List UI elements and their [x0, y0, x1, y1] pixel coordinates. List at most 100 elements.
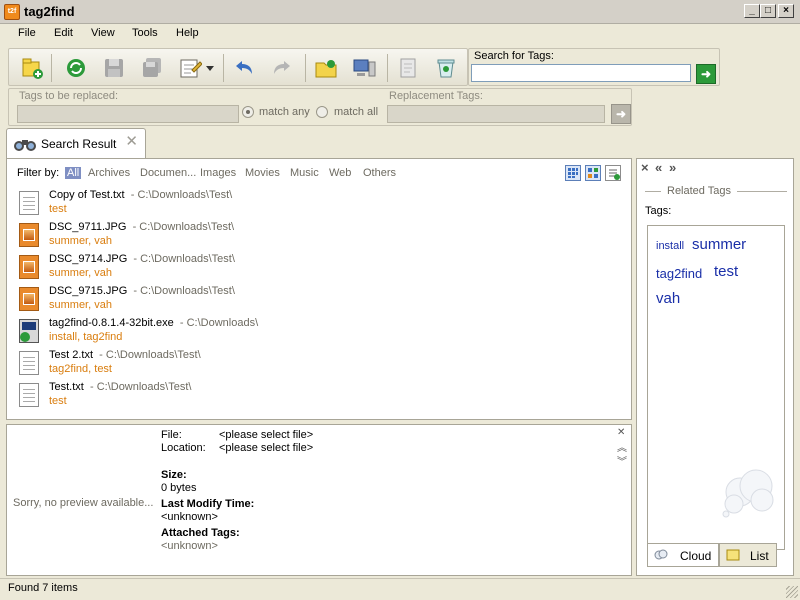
file-details-panel: Sorry, no preview available... File: <pl… [6, 424, 632, 576]
search-input[interactable] [471, 64, 691, 82]
match-all-radio[interactable] [316, 106, 328, 118]
file-tags: test [49, 203, 67, 215]
tab-list-label: List [750, 549, 769, 563]
collapse-left-icon[interactable]: « [655, 160, 662, 175]
image-file-icon [19, 223, 39, 247]
search-go-button[interactable]: ➜ [696, 64, 716, 84]
document-icon[interactable] [395, 55, 421, 81]
tab-label: Search Result [41, 137, 117, 151]
cloud-tag[interactable]: summer [692, 236, 746, 253]
file-path: - C:\Downloads\Test\ [89, 381, 192, 393]
large-icons-view-icon[interactable] [585, 165, 601, 181]
menu-view[interactable]: View [91, 27, 115, 39]
cloud-tag[interactable]: vah [656, 290, 680, 307]
close-button[interactable]: × [778, 4, 794, 18]
title-bar: t2f tag2find _ □ × [0, 0, 800, 24]
file-tags: summer, vah [49, 299, 112, 311]
new-tag-icon[interactable] [19, 55, 45, 81]
menu-file[interactable]: File [18, 27, 36, 39]
chevron-down-icon[interactable] [205, 55, 215, 81]
replacement-tags-label: Replacement Tags: [389, 90, 483, 102]
close-icon[interactable]: ✕ [125, 134, 138, 149]
tab-cloud[interactable]: Cloud [647, 543, 719, 567]
computer-icon[interactable] [351, 55, 377, 81]
list-item[interactable]: DSC_9711.JPG - C:\Downloads\Test\ summer… [19, 221, 619, 253]
chevron-up-icon[interactable]: ︽ [617, 439, 627, 454]
chevron-down-icon[interactable]: ︾ [617, 453, 627, 468]
save-all-icon[interactable] [139, 55, 165, 81]
search-label: Search for Tags: [474, 50, 554, 62]
list-item[interactable]: Test.txt - C:\Downloads\Test\ test [19, 381, 619, 413]
replace-go-button[interactable]: ➜ [611, 104, 631, 124]
file-label: File: [161, 429, 182, 441]
redo-icon[interactable] [269, 55, 295, 81]
menu-bar: File Edit View Tools Help [0, 24, 800, 44]
file-name: DSC_9711.JPG [49, 221, 127, 233]
list-item[interactable]: tag2find-0.8.1.4-32bit.exe - C:\Download… [19, 317, 619, 349]
close-icon[interactable]: ✕ [617, 427, 625, 438]
filter-images[interactable]: Images [200, 167, 236, 179]
close-icon[interactable]: × [641, 160, 649, 175]
text-file-icon [19, 191, 39, 215]
maximize-button[interactable]: □ [760, 4, 776, 18]
file-path: - C:\Downloads\Test\ [132, 221, 235, 233]
list-item[interactable]: DSC_9715.JPG - C:\Downloads\Test\ summer… [19, 285, 619, 317]
filter-documents[interactable]: Documen... [140, 167, 196, 179]
attached-tags-value: <unknown> [161, 540, 218, 552]
status-text: Found 7 items [8, 582, 78, 594]
attached-tags-label: Attached Tags: [161, 527, 240, 539]
undo-icon[interactable] [231, 55, 257, 81]
app-icon: t2f [4, 4, 20, 20]
image-file-icon [19, 287, 39, 311]
menu-help[interactable]: Help [176, 27, 199, 39]
status-bar: Found 7 items [0, 578, 800, 600]
tags-to-replace-label: Tags to be replaced: [19, 90, 119, 102]
file-name: tag2find-0.8.1.4-32bit.exe [49, 317, 174, 329]
replace-tags-bar: Tags to be replaced: match any match all… [8, 88, 632, 126]
file-tags: install, tag2find [49, 331, 123, 343]
modify-time-value: <unknown> [161, 511, 218, 523]
tab-list[interactable]: List [719, 543, 777, 567]
list-item[interactable]: DSC_9714.JPG - C:\Downloads\Test\ summer… [19, 253, 619, 285]
cloud-tag[interactable]: tag2find [656, 266, 702, 281]
file-tags: tag2find, test [49, 363, 112, 375]
filter-web[interactable]: Web [329, 167, 351, 179]
file-path: - C:\Downloads\Test\ [130, 189, 233, 201]
note-icon [726, 549, 740, 561]
text-file-icon [19, 351, 39, 375]
file-tags: summer, vah [49, 267, 112, 279]
tags-label: Tags: [645, 205, 672, 217]
filter-archives[interactable]: Archives [88, 167, 130, 179]
tags-to-replace-input[interactable] [17, 105, 239, 123]
text-file-icon [19, 383, 39, 407]
filter-all[interactable]: All [65, 167, 82, 179]
edit-icon[interactable] [177, 55, 203, 81]
menu-tools[interactable]: Tools [132, 27, 158, 39]
details-view-icon[interactable] [605, 165, 621, 181]
replacement-tags-input[interactable] [387, 105, 605, 123]
match-any-radio[interactable] [242, 106, 254, 118]
filter-others[interactable]: Others [363, 167, 396, 179]
filter-music[interactable]: Music [290, 167, 319, 179]
location-value: <please select file> [219, 442, 314, 454]
image-file-icon [19, 255, 39, 279]
toolbar-area: Search for Tags: ➜ Tags to be replaced: … [0, 44, 800, 128]
installer-file-icon [19, 319, 39, 343]
minimize-button[interactable]: _ [744, 4, 760, 18]
expand-right-icon[interactable]: » [669, 160, 676, 175]
resize-grip[interactable] [786, 586, 798, 598]
refresh-icon[interactable] [63, 55, 89, 81]
cloud-tag[interactable]: test [714, 263, 738, 280]
save-icon[interactable] [101, 55, 127, 81]
list-item[interactable]: Test 2.txt - C:\Downloads\Test\ tag2find… [19, 349, 619, 381]
file-path: - C:\Downloads\Test\ [133, 285, 235, 297]
recycle-bin-icon[interactable] [433, 55, 459, 81]
filter-movies[interactable]: Movies [245, 167, 280, 179]
filter-label: Filter by: [17, 167, 60, 179]
small-icons-view-icon[interactable] [565, 165, 581, 181]
cloud-tag[interactable]: install [656, 240, 684, 252]
list-item[interactable]: Copy of Test.txt - C:\Downloads\Test\ te… [19, 189, 619, 221]
tab-search-result[interactable]: Search Result ✕ [6, 128, 146, 158]
open-folder-icon[interactable] [313, 55, 339, 81]
menu-edit[interactable]: Edit [54, 27, 73, 39]
